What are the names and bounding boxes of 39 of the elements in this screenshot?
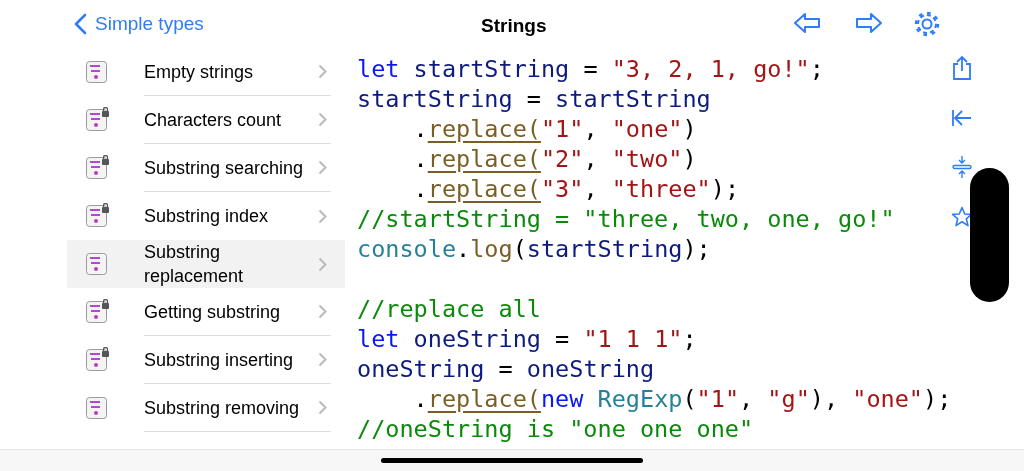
code-line: let oneString = "1 1 1"; <box>357 324 697 354</box>
code-comment: //startString = "three, two, one, go!" <box>357 204 895 234</box>
chevron-right-icon <box>318 112 327 127</box>
code-line: let startString = "3, 2, 1, go!"; <box>357 54 824 84</box>
scroll-indicator[interactable] <box>970 168 1009 302</box>
item-label: Substring removing <box>144 396 301 420</box>
chevron-right-icon <box>318 352 327 367</box>
back-button[interactable]: Simple types <box>74 10 204 39</box>
chevron-right-icon <box>318 64 327 79</box>
chevron-right-icon <box>318 400 327 415</box>
screen-title: Strings <box>481 14 547 38</box>
list-item[interactable]: Substring replacement <box>67 240 345 288</box>
chevron-right-icon <box>318 208 327 224</box>
share-icon[interactable] <box>951 55 974 81</box>
code-line: startString = startString <box>357 84 711 114</box>
chevron-right-icon <box>318 256 327 272</box>
arrow-to-left-icon[interactable] <box>951 108 974 128</box>
code-line: oneString = oneString <box>357 354 655 384</box>
chevron-right-icon <box>318 304 327 319</box>
item-label: Substring replacement <box>144 241 245 288</box>
item-label: Empty strings <box>144 60 255 84</box>
code-comment: //replace all <box>357 294 541 324</box>
item-label: Characters count <box>144 108 283 132</box>
item-label: Substring inserting <box>144 348 295 372</box>
arrow-right-icon[interactable] <box>855 12 883 34</box>
arrow-left-icon[interactable] <box>793 12 821 34</box>
code-line: .replace("3", "three"); <box>412 174 740 204</box>
code-comment: //oneString is "one one one" <box>357 414 754 444</box>
code-line: .replace(new RegExp("1", "g"), "one"); <box>412 384 952 414</box>
chevron-left-icon <box>74 13 87 36</box>
collapse-icon[interactable] <box>952 155 973 179</box>
item-label: Substring searching <box>144 156 305 180</box>
chevron-right-icon <box>318 160 327 175</box>
code-line: .replace("1", "one") <box>412 114 697 144</box>
code-line: .replace("2", "two") <box>412 144 697 174</box>
item-label: Getting substring <box>144 300 282 324</box>
settings-icon[interactable] <box>913 10 941 38</box>
code-line: console.log(startString); <box>357 234 711 264</box>
item-label: Substring index <box>144 205 270 228</box>
